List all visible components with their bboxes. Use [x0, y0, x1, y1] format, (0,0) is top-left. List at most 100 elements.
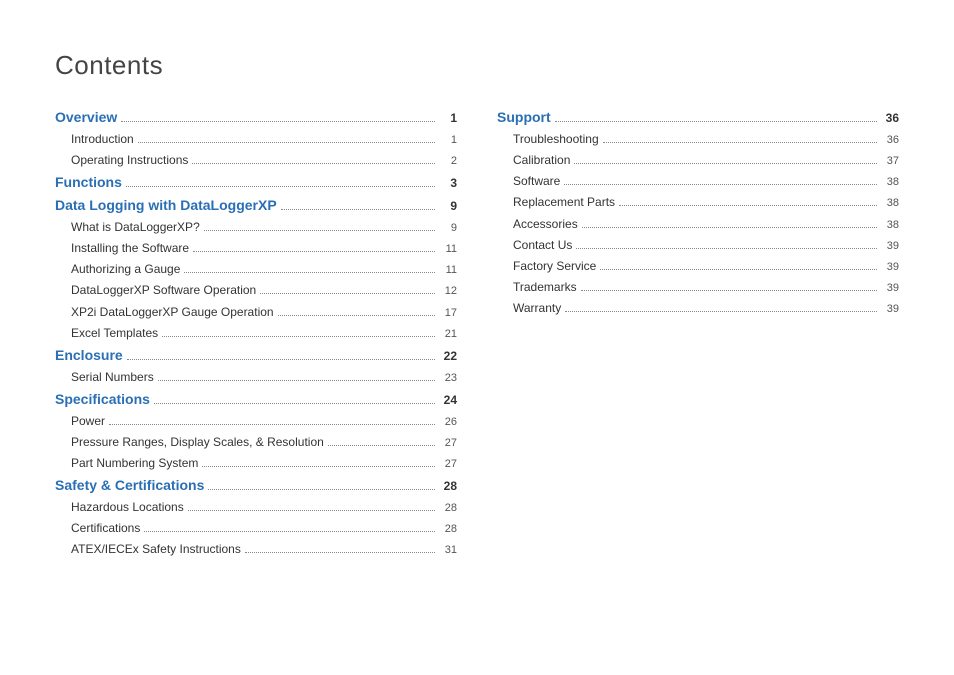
toc-label: Software — [513, 174, 560, 188]
toc-label: Accessories — [513, 217, 578, 231]
toc-section[interactable]: Functions 3 — [55, 174, 457, 191]
toc-page-number: 36 — [881, 134, 899, 147]
toc-page-number: 24 — [439, 393, 457, 407]
toc-subentry[interactable]: Serial Numbers23 — [55, 370, 457, 385]
toc-subentry[interactable]: ATEX/IECEx Safety Instructions 31 — [55, 542, 457, 557]
toc-subentry[interactable]: Accessories 38 — [497, 217, 899, 232]
toc-section[interactable]: Support36 — [497, 109, 899, 126]
toc-page-number: 38 — [881, 176, 899, 189]
toc-label: Operating Instructions — [71, 153, 188, 167]
toc-label: XP2i DataLoggerXP Gauge Operation — [71, 305, 274, 319]
toc-leader-dots — [260, 284, 435, 295]
toc-label: ATEX/IECEx Safety Instructions — [71, 542, 241, 556]
toc-leader-dots — [328, 435, 435, 446]
toc-page-number: 31 — [439, 544, 457, 557]
toc-page-number: 27 — [439, 437, 457, 450]
toc-label: Data Logging with DataLoggerXP — [55, 197, 277, 214]
toc-subentry[interactable]: Power 26 — [55, 414, 457, 429]
toc-leader-dots — [184, 262, 435, 273]
toc-label: Installing the Software — [71, 241, 189, 255]
toc-label: Enclosure — [55, 347, 123, 364]
toc-page-number: 38 — [881, 197, 899, 210]
toc-subentry[interactable]: Pressure Ranges, Display Scales, & Resol… — [55, 435, 457, 450]
toc-page-number: 26 — [439, 416, 457, 429]
toc-leader-dots — [121, 111, 435, 122]
toc-subentry[interactable]: Hazardous Locations 28 — [55, 500, 457, 515]
toc-page-number: 11 — [439, 264, 457, 277]
toc-leader-dots — [245, 543, 435, 554]
toc-section[interactable]: Specifications 24 — [55, 391, 457, 408]
toc-label: Pressure Ranges, Display Scales, & Resol… — [71, 435, 324, 449]
page-title: Contents — [55, 50, 899, 81]
toc-subentry[interactable]: Part Numbering System27 — [55, 456, 457, 471]
toc-subentry[interactable]: Authorizing a Gauge 11 — [55, 262, 457, 277]
page-container: Contents Overview1Introduction1Operating… — [0, 0, 954, 604]
toc-subentry[interactable]: Software 38 — [497, 174, 899, 189]
toc-label: Functions — [55, 174, 122, 191]
toc-section[interactable]: Safety & Certifications28 — [55, 477, 457, 494]
toc-leader-dots — [127, 349, 435, 360]
toc-page-number: 22 — [439, 349, 457, 363]
toc-leader-dots — [188, 500, 435, 511]
toc-leader-dots — [281, 199, 435, 210]
toc-subentry[interactable]: What is DataLoggerXP? 9 — [55, 220, 457, 235]
toc-label: Introduction — [71, 132, 134, 146]
toc-section[interactable]: Enclosure 22 — [55, 347, 457, 364]
toc-label: Trademarks — [513, 280, 577, 294]
toc-subentry[interactable]: XP2i DataLoggerXP Gauge Operation17 — [55, 305, 457, 320]
toc-page-number: 39 — [881, 303, 899, 316]
columns-wrapper: Overview1Introduction1Operating Instruct… — [55, 103, 899, 564]
toc-subentry[interactable]: Certifications28 — [55, 521, 457, 536]
toc-page-number: 21 — [439, 328, 457, 341]
toc-subentry[interactable]: Excel Templates21 — [55, 326, 457, 341]
toc-leader-dots — [603, 132, 877, 143]
toc-label: Factory Service — [513, 259, 596, 273]
toc-page-number: 9 — [439, 222, 457, 235]
toc-subentry[interactable]: Contact Us39 — [497, 238, 899, 253]
toc-leader-dots — [144, 521, 435, 532]
toc-leader-dots — [581, 280, 877, 291]
toc-label: Power — [71, 414, 105, 428]
toc-subentry[interactable]: Trademarks 39 — [497, 280, 899, 295]
toc-subentry[interactable]: Introduction1 — [55, 132, 457, 147]
toc-subentry[interactable]: Replacement Parts 38 — [497, 195, 899, 210]
toc-label: Safety & Certifications — [55, 477, 204, 494]
toc-leader-dots — [555, 111, 877, 122]
toc-label: Calibration — [513, 153, 570, 167]
toc-subentry[interactable]: Operating Instructions2 — [55, 153, 457, 168]
toc-label: Specifications — [55, 391, 150, 408]
toc-label: Support — [497, 109, 551, 126]
toc-page-number: 12 — [439, 285, 457, 298]
toc-label: Contact Us — [513, 238, 572, 252]
toc-subentry[interactable]: Calibration37 — [497, 153, 899, 168]
toc-subentry[interactable]: Factory Service 39 — [497, 259, 899, 274]
toc-label: Authorizing a Gauge — [71, 262, 180, 276]
toc-page-number: 39 — [881, 261, 899, 274]
toc-label: Troubleshooting — [513, 132, 599, 146]
toc-subentry[interactable]: DataLoggerXP Software Operation12 — [55, 283, 457, 298]
toc-page-number: 39 — [881, 282, 899, 295]
toc-leader-dots — [154, 393, 435, 404]
toc-page-number: 28 — [439, 523, 457, 536]
toc-subentry[interactable]: Installing the Software 11 — [55, 241, 457, 256]
toc-page-number: 38 — [881, 219, 899, 232]
toc-page-number: 3 — [439, 176, 457, 190]
toc-label: Replacement Parts — [513, 195, 615, 209]
toc-section[interactable]: Data Logging with DataLoggerXP9 — [55, 197, 457, 214]
toc-page-number: 1 — [439, 111, 457, 125]
toc-label: Hazardous Locations — [71, 500, 184, 514]
toc-label: Warranty — [513, 301, 561, 315]
toc-leader-dots — [202, 456, 435, 467]
toc-subentry[interactable]: Troubleshooting 36 — [497, 132, 899, 147]
toc-leader-dots — [564, 174, 877, 185]
toc-section[interactable]: Overview1 — [55, 109, 457, 126]
toc-page-number: 11 — [439, 243, 457, 256]
toc-subentry[interactable]: Warranty 39 — [497, 301, 899, 316]
toc-leader-dots — [192, 153, 435, 164]
toc-leader-dots — [193, 241, 435, 252]
toc-label: What is DataLoggerXP? — [71, 220, 200, 234]
toc-page-number: 28 — [439, 502, 457, 515]
toc-leader-dots — [109, 414, 435, 425]
toc-leader-dots — [574, 153, 877, 164]
toc-leader-dots — [576, 238, 877, 249]
